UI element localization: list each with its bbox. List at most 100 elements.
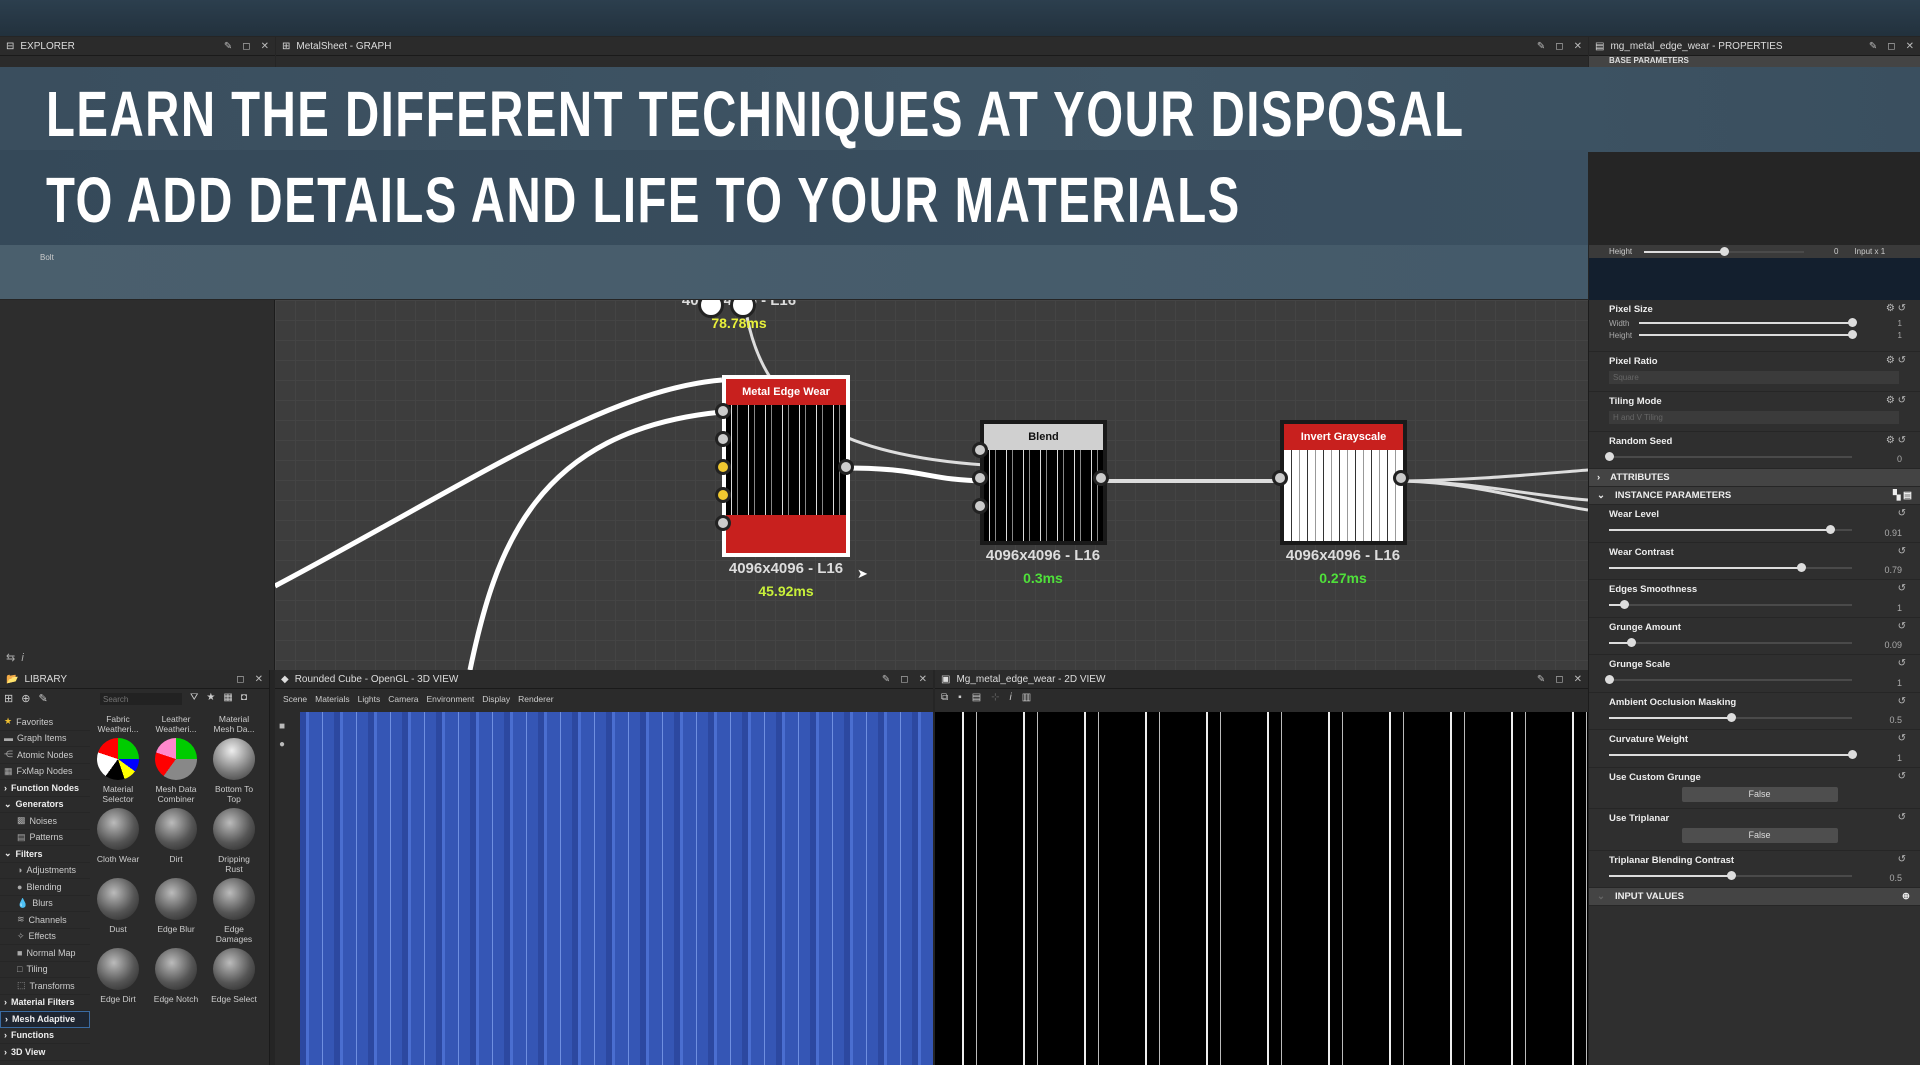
library-search-input[interactable] <box>100 693 182 705</box>
view3d-viewport[interactable] <box>300 712 933 1065</box>
new-folder-icon[interactable]: ⊞ <box>4 692 13 705</box>
close-icon[interactable]: ✕ <box>261 41 269 52</box>
tiling-mode-select[interactable]: H and V Tiling <box>1609 411 1899 424</box>
library-item[interactable]: Fabric Weatheri... <box>93 714 143 734</box>
link-reset-icons[interactable]: ⚙ ↺ <box>1886 303 1906 314</box>
param-slider[interactable] <box>1609 562 1852 574</box>
library-tree-item[interactable]: ● Blending <box>0 879 90 896</box>
library-item[interactable]: Dirt <box>151 808 201 874</box>
output-height-slider[interactable] <box>1644 246 1804 258</box>
input-port[interactable] <box>715 403 731 419</box>
uv-icon[interactable]: ⊹ <box>991 692 999 703</box>
library-tree-item[interactable]: ⋲ Atomic Nodes <box>0 747 90 764</box>
library-item[interactable]: Edge Blur <box>151 878 201 944</box>
input-port[interactable] <box>715 459 731 475</box>
height-slider[interactable] <box>1639 329 1857 341</box>
reset-icon[interactable]: ↺ <box>1898 658 1906 669</box>
histogram-icon[interactable]: ▥ <box>1022 692 1031 703</box>
param-slider[interactable] <box>1609 637 1852 649</box>
attributes-section[interactable]: › ATTRIBUTES <box>1589 469 1920 487</box>
reset-icon[interactable]: ↺ <box>1898 546 1906 557</box>
input-port[interactable] <box>715 515 731 531</box>
float-icon[interactable]: ◻ <box>900 674 908 685</box>
filter-icon[interactable]: ⛛ <box>190 692 198 703</box>
output-port[interactable] <box>838 459 854 475</box>
pin-icon[interactable]: ✎ <box>224 41 232 52</box>
menu-item[interactable]: Scene <box>283 694 307 704</box>
random-seed-slider[interactable] <box>1605 451 1852 463</box>
library-tree-item[interactable]: ⬚ Transforms <box>0 978 90 995</box>
input-port[interactable] <box>972 470 988 486</box>
view2d-viewport[interactable] <box>935 712 1588 1065</box>
library-tree-item[interactable]: ■ Normal Map <box>0 945 90 962</box>
library-tree-item[interactable]: ≋ Channels <box>0 912 90 929</box>
menu-item[interactable]: Lights <box>358 694 381 704</box>
output-port[interactable] <box>1393 470 1409 486</box>
edit-icon[interactable]: ✎ <box>38 692 47 705</box>
library-item[interactable]: Dripping Rust <box>209 808 259 874</box>
instance-parameters-section[interactable]: ⌄ INSTANCE PARAMETERS ▚ ▤ <box>1589 487 1920 505</box>
reset-icon[interactable]: ↺ <box>1898 812 1906 823</box>
view-grid-icon[interactable]: ▦ <box>223 692 232 703</box>
explorer-item-bolt[interactable]: Bolt <box>40 253 54 262</box>
library-tree-item[interactable]: ▦ FxMap Nodes <box>0 764 90 780</box>
camera-icon[interactable]: ■ <box>279 718 285 736</box>
library-item[interactable]: Cloth Wear <box>93 808 143 874</box>
param-slider[interactable] <box>1609 712 1852 724</box>
close-icon[interactable]: ✕ <box>1574 674 1582 685</box>
link-reset-icons[interactable]: ⚙ ↺ <box>1886 395 1906 406</box>
close-icon[interactable]: ✕ <box>1906 41 1914 52</box>
float-icon[interactable]: ◻ <box>1555 674 1563 685</box>
export-icon[interactable]: ▤ <box>972 692 981 703</box>
graph-canvas[interactable]: 4096x4096 - L16 78.78ms Metal Edge Wear … <box>275 300 1588 670</box>
menu-item[interactable]: Camera <box>388 694 418 704</box>
node-invert-grayscale[interactable]: Invert Grayscale <box>1280 420 1407 545</box>
input-port[interactable] <box>972 442 988 458</box>
library-item[interactable]: Edge Select <box>209 948 259 1004</box>
link-reset-icons[interactable]: ⚙ ↺ <box>1886 435 1906 446</box>
pin-icon[interactable]: ✎ <box>1537 41 1545 52</box>
close-icon[interactable]: ✕ <box>1574 41 1582 52</box>
pin-icon[interactable]: ✎ <box>1869 41 1877 52</box>
add-icon[interactable]: ⊕ <box>21 692 30 705</box>
close-icon[interactable]: ✕ <box>919 674 927 685</box>
width-slider[interactable] <box>1639 317 1857 329</box>
input-port[interactable] <box>715 487 731 503</box>
library-tree-item[interactable]: ▤ Patterns <box>0 830 90 846</box>
info-icon[interactable]: i <box>1010 692 1012 703</box>
input-values-section[interactable]: ⌄ INPUT VALUES ⊕ <box>1589 887 1920 906</box>
reset-icon[interactable]: ↺ <box>1898 508 1906 519</box>
float-icon[interactable]: ◻ <box>1887 41 1895 52</box>
preset-icons[interactable]: ▚ ▤ <box>1893 490 1912 501</box>
reset-icon[interactable]: ↺ <box>1898 771 1906 782</box>
library-tree-item[interactable]: › Material Filters <box>0 995 90 1011</box>
library-tree-item[interactable]: ✧ Effects <box>0 929 90 945</box>
menu-item[interactable]: Materials <box>315 694 349 704</box>
copy-icon[interactable]: ⧉ <box>941 692 948 703</box>
use-triplanar-toggle[interactable]: False <box>1681 827 1838 843</box>
library-item[interactable]: Edge Notch <box>151 948 201 1004</box>
library-item[interactable]: Leather Weatheri... <box>151 714 201 734</box>
library-tree-item[interactable]: ⌄ Generators <box>0 797 90 813</box>
library-tree-item[interactable]: › Function Nodes <box>0 780 90 797</box>
menu-item[interactable]: Renderer <box>518 694 553 704</box>
float-icon[interactable]: ◻ <box>236 674 244 685</box>
reset-icon[interactable]: ↺ <box>1898 696 1906 707</box>
reset-icon[interactable]: ↺ <box>1898 733 1906 744</box>
param-slider[interactable] <box>1609 524 1852 536</box>
pixel-ratio-select[interactable]: Square <box>1609 371 1899 384</box>
dock-icon[interactable]: ◘ <box>241 692 247 703</box>
library-tree-item[interactable]: ★ Favorites <box>0 714 90 731</box>
input-port[interactable] <box>972 498 988 514</box>
param-slider[interactable] <box>1609 749 1857 761</box>
pin-icon[interactable]: ✎ <box>1537 674 1545 685</box>
library-tree-item[interactable]: ⌄ Filters <box>0 846 90 863</box>
reset-icon[interactable]: ↺ <box>1898 583 1906 594</box>
add-icon[interactable]: ⊕ <box>1902 891 1910 902</box>
triplanar-contrast-slider[interactable] <box>1609 870 1852 882</box>
library-tree-item[interactable]: › Mesh Adaptive <box>0 1011 90 1028</box>
use-custom-grunge-toggle[interactable]: False <box>1681 786 1838 802</box>
light-icon[interactable]: ● <box>279 736 285 754</box>
library-tree-item[interactable]: ◑ Adjustments <box>0 863 90 879</box>
library-item[interactable]: Edge Damages <box>209 878 259 944</box>
